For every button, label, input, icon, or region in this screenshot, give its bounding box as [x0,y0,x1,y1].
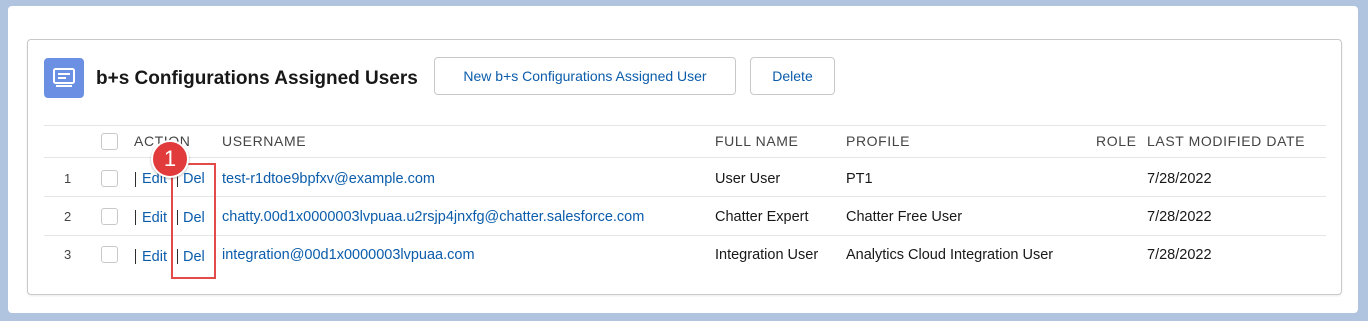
profile-cell: PT1 [846,171,873,187]
row-divider [44,235,1326,236]
header-divider [44,157,1326,158]
edit-link[interactable]: Edit [142,249,167,265]
profile-cell: Chatter Free User [846,209,963,225]
row-checkbox[interactable] [101,170,118,187]
row-number: 1 [64,171,72,186]
edit-link[interactable]: Edit [142,210,167,226]
delete-button[interactable]: Delete [750,57,835,95]
row-number: 3 [64,247,72,262]
full-name-cell: User User [715,171,781,187]
username-link[interactable]: test-r1dtoe9bpfxv@example.com [222,171,435,187]
last-modified-cell: 7/28/2022 [1147,171,1212,187]
full-name-cell: Integration User [715,247,819,263]
related-list-icon [44,58,84,98]
new-assigned-user-button[interactable]: New b+s Configurations Assigned User [434,57,736,95]
column-header-username[interactable]: USERNAME [222,133,306,149]
row-divider [44,196,1326,197]
last-modified-cell: 7/28/2022 [1147,209,1212,225]
card-title: b+s Configurations Assigned Users [96,68,418,89]
column-header-full-name[interactable]: FULL NAME [715,133,798,149]
related-list-card: b+s Configurations Assigned Users New b+… [27,39,1342,295]
username-link[interactable]: chatty.00d1x0000003lvpuaa.u2rsjp4jnxfg@c… [222,209,644,225]
callout-highlight-box [171,163,216,279]
last-modified-cell: 7/28/2022 [1147,247,1212,263]
row-checkbox[interactable] [101,246,118,263]
profile-cell: Analytics Cloud Integration User [846,247,1054,263]
username-link[interactable]: integration@00d1x0000003lvpuaa.com [222,247,475,263]
column-header-profile[interactable]: PROFILE [846,133,910,149]
action-separator [135,210,136,225]
full-name-cell: Chatter Expert [715,209,809,225]
column-header-last-modified[interactable]: LAST MODIFIED DATE [1147,133,1305,149]
row-number: 2 [64,209,72,224]
select-all-checkbox[interactable] [101,133,118,150]
callout-badge: 1 [151,140,189,178]
action-separator [135,172,136,187]
row-checkbox[interactable] [101,208,118,225]
table-top-divider [44,125,1326,126]
column-header-role[interactable]: ROLE [1096,133,1137,149]
action-separator [135,249,136,264]
